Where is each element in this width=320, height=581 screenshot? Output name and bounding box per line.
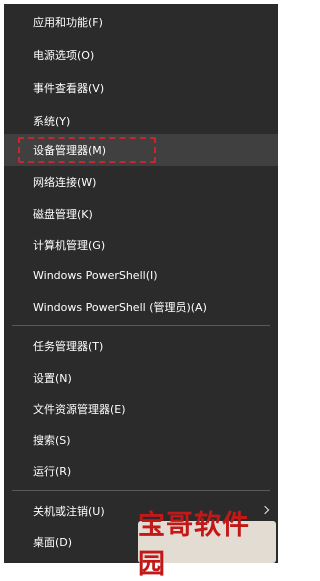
menu-item-label: 系统(Y) (33, 115, 71, 128)
menu-item-task-manager[interactable]: 任务管理器(T) (4, 330, 278, 362)
menu-separator (12, 490, 270, 491)
menu-item-label: Windows PowerShell (管理员)(A) (33, 301, 207, 314)
menu-item-label: 网络连接(W) (33, 176, 97, 189)
menu-item-file-explorer[interactable]: 文件资源管理器(E) (4, 393, 278, 425)
menu-item-power-options[interactable]: 电源选项(O) (4, 39, 278, 71)
menu-item-event-viewer[interactable]: 事件查看器(V) (4, 72, 278, 104)
menu-item-network-connections[interactable]: 网络连接(W) (4, 166, 278, 198)
menu-item-label: 桌面(D) (33, 536, 73, 549)
menu-item-label: 事件查看器(V) (33, 82, 105, 95)
menu-item-settings[interactable]: 设置(N) (4, 362, 278, 394)
menu-item-label: Windows PowerShell(I) (33, 268, 158, 282)
menu-item-label: 计算机管理(G) (33, 239, 106, 252)
watermark-logo: 宝哥软件园 (138, 510, 276, 580)
menu-item-system[interactable]: 系统(Y) (4, 105, 278, 137)
watermark-text: 宝哥软件园 (138, 510, 250, 580)
menu-item-label: 电源选项(O) (33, 49, 95, 62)
winx-context-menu: 应用和功能(F) 电源选项(O) 事件查看器(V) 系统(Y) 设备管理器(M)… (4, 4, 278, 563)
menu-item-label: 应用和功能(F) (33, 16, 103, 29)
menu-item-label: 设置(N) (33, 372, 72, 385)
menu-separator (12, 325, 270, 326)
menu-item-label: 任务管理器(T) (33, 340, 104, 353)
menu-item-run[interactable]: 运行(R) (4, 455, 278, 487)
menu-item-apps-and-features[interactable]: 应用和功能(F) (4, 6, 278, 38)
menu-item-search[interactable]: 搜索(S) (4, 424, 278, 456)
menu-item-powershell[interactable]: Windows PowerShell(I) (4, 259, 278, 291)
menu-item-computer-management[interactable]: 计算机管理(G) (4, 229, 278, 261)
menu-item-label: 文件资源管理器(E) (33, 403, 126, 416)
menu-item-label: 运行(R) (33, 465, 72, 478)
focus-highlight-outline (18, 137, 156, 163)
menu-item-label: 搜索(S) (33, 434, 71, 447)
menu-item-powershell-admin[interactable]: Windows PowerShell (管理员)(A) (4, 291, 278, 323)
menu-item-label: 关机或注销(U) (33, 505, 105, 518)
menu-item-label: 磁盘管理(K) (33, 208, 93, 221)
menu-item-disk-management[interactable]: 磁盘管理(K) (4, 198, 278, 230)
